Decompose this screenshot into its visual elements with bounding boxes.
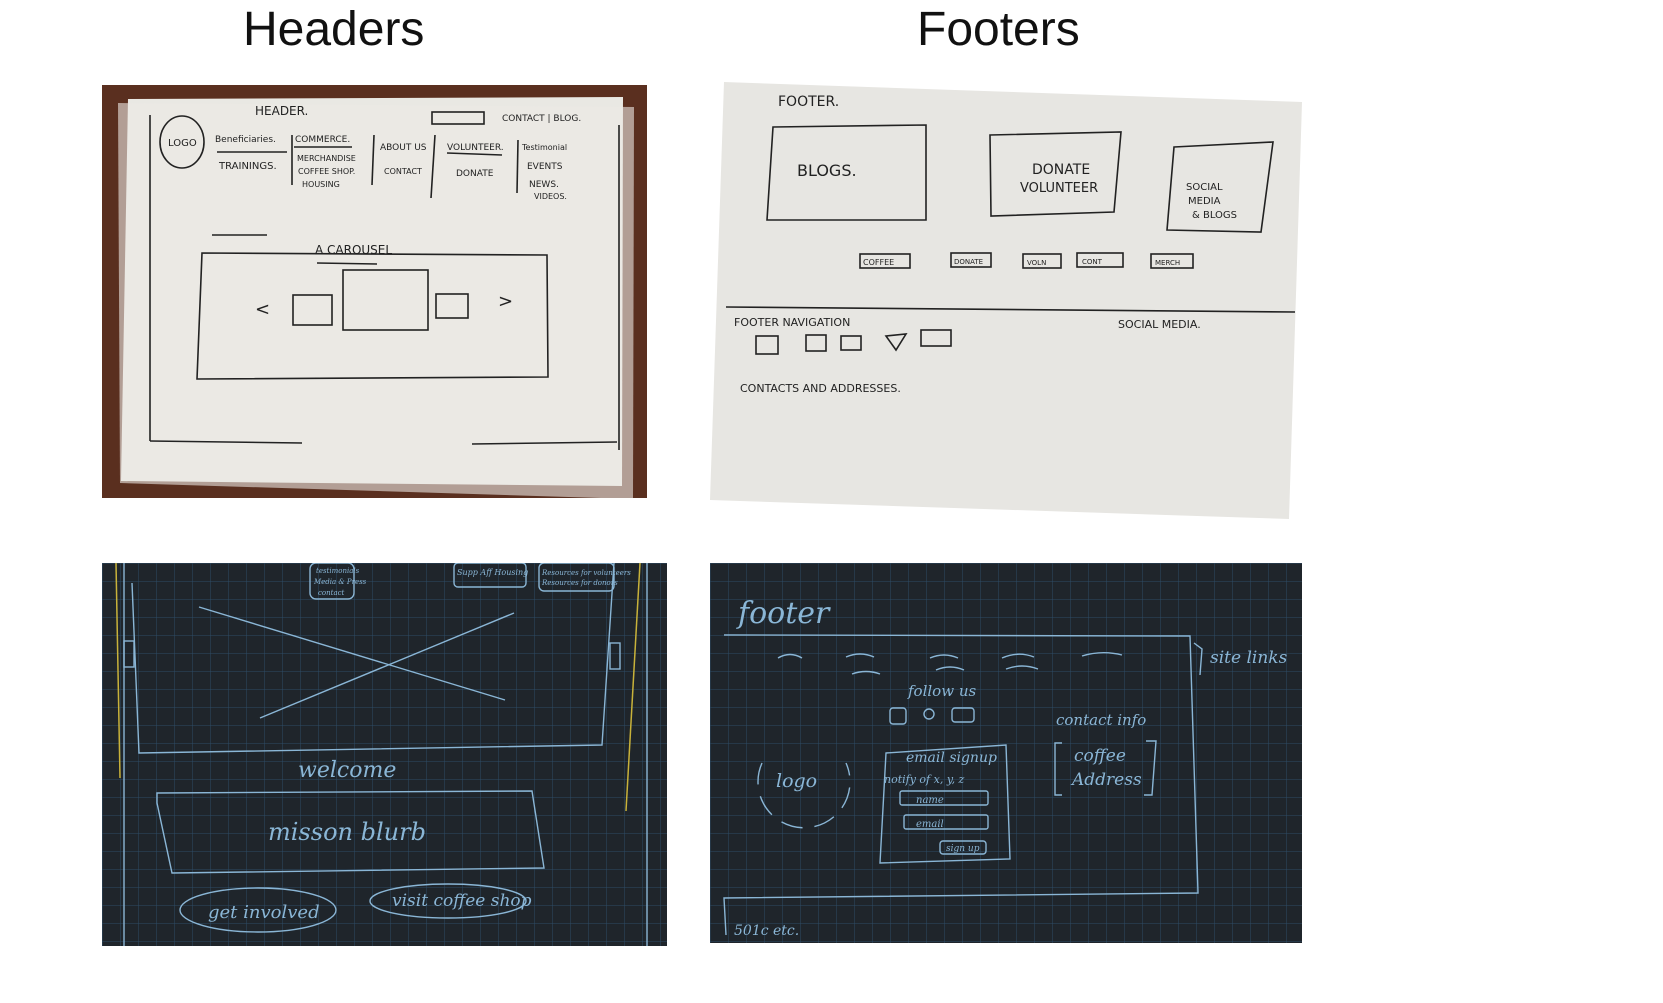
name-field-label: name: [916, 795, 944, 806]
nav-about-us: ABOUT US: [380, 143, 427, 153]
site-links-label: site links: [1210, 648, 1288, 668]
sign-up-label: sign up: [946, 844, 980, 854]
top-links-label: CONTACT | BLOG.: [502, 114, 581, 124]
social-label-3: & BLOGS: [1192, 210, 1237, 221]
footer-btn-cont: CONT: [1082, 258, 1103, 266]
nav-housing: HOUSING: [302, 180, 340, 189]
dark-box-testimonials: testimonials: [316, 567, 360, 575]
social-media-label: SOCIAL MEDIA.: [1118, 318, 1201, 331]
email-field-label: email: [916, 819, 944, 830]
dark-box-res-donors: Resources for donors: [541, 579, 618, 587]
nav-testimonial: Testimonial: [521, 143, 567, 152]
social-label-2: MEDIA: [1188, 196, 1221, 207]
email-signup-label: email signup: [906, 750, 997, 766]
welcome-text: welcome: [298, 758, 396, 783]
follow-us-label: follow us: [907, 682, 976, 700]
logo-label: LOGO: [168, 138, 197, 149]
volunteer-label: VOLUNTEER: [1020, 181, 1098, 196]
dark-box-media-press: Media & Press: [313, 578, 367, 586]
carousel-label: A CAROUSEL: [315, 243, 392, 257]
nav-donate: DONATE: [456, 169, 494, 179]
nav-beneficiaries: Beneficiaries.: [215, 135, 276, 145]
footer-sketch-title: FOOTER.: [778, 94, 839, 110]
footer-paper-sketch: FOOTER. BLOGS. DONATE VOLUNTEER SOCIAL M…: [710, 82, 1302, 519]
blogs-box-label: BLOGS.: [797, 161, 857, 180]
legal-text: 501c etc.: [734, 923, 799, 939]
nav-volunteer: VOLUNTEER.: [447, 143, 504, 153]
footer-dark-sketch: footer site links follow us contact info…: [710, 563, 1302, 943]
dark-box-res-volunteers: Resources for volunteers: [541, 569, 631, 577]
nav-videos: VIDEOS.: [534, 192, 567, 201]
nav-trainings: TRAININGS.: [218, 161, 277, 172]
contacts-label: CONTACTS AND ADDRESSES.: [740, 382, 901, 395]
header-dark-sketch: testimonials Media & Press contact Supp …: [102, 563, 667, 946]
get-involved-button: get involved: [208, 902, 320, 923]
footer-btn-donate: DONATE: [954, 258, 983, 266]
carousel-prev-arrow: <: [255, 299, 270, 320]
dark-box-housing: Supp Aff Housing: [457, 568, 528, 577]
header-paper-sketch: HEADER. LOGO CONTACT | BLOG. Beneficiari…: [102, 85, 647, 498]
footer-btn-merch: MERCH: [1155, 259, 1180, 267]
footer-btn-coffee: COFFEE: [863, 258, 894, 267]
nav-commerce: COMMERCE.: [295, 135, 350, 145]
address-label: Address: [1070, 770, 1142, 790]
nav-news: NEWS.: [529, 180, 559, 190]
nav-coffee-shop: COFFEE SHOP.: [298, 167, 355, 176]
carousel-next-arrow: >: [498, 291, 513, 312]
coffee-label: coffee: [1074, 746, 1126, 766]
logo-label: logo: [776, 770, 817, 792]
dark-box-contact: contact: [318, 589, 345, 597]
mission-blurb: misson blurb: [268, 818, 426, 846]
nav-events: EVENTS: [527, 162, 563, 172]
contact-info-label: contact info: [1056, 711, 1146, 729]
donate-label: DONATE: [1032, 162, 1090, 178]
footer-btn-voln: VOLN: [1027, 259, 1046, 267]
footers-title: Footers: [917, 3, 1080, 56]
header-sketch-title: HEADER.: [255, 104, 308, 118]
notify-label: notify of x, y, z: [884, 773, 965, 786]
footer-dark-title: footer: [736, 596, 831, 631]
social-label-1: SOCIAL: [1186, 182, 1223, 193]
headers-title: Headers: [243, 3, 425, 56]
footer-nav-label: FOOTER NAVIGATION: [734, 316, 850, 329]
nav-contact: CONTACT: [384, 167, 422, 176]
nav-merchandise: MERCHANDISE: [297, 154, 356, 163]
visit-coffee-shop-button: visit coffee shop: [392, 891, 532, 911]
